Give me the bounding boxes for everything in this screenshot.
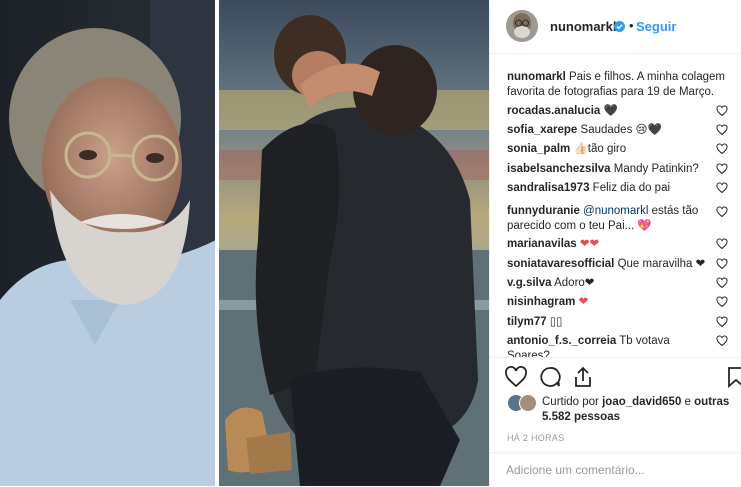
list-item: marianavilas ❤❤ [507, 237, 713, 252]
post-actions: Curtido por joao_david650 e outras 5.582… [490, 357, 741, 486]
list-item: antonio_f.s._correia Tb votava Soares? [507, 334, 713, 357]
caption-username[interactable]: nunomarkl [507, 71, 566, 83]
post-timestamp[interactable]: HÁ 2 HORAS [507, 433, 565, 443]
post-photo[interactable] [0, 0, 489, 486]
post-username[interactable]: nunomarkl [550, 19, 616, 34]
comment-text: Adoro❤ [551, 277, 595, 289]
comment-bubble-icon[interactable] [538, 365, 562, 389]
list-item: soniatavaresofficial Que maravilha ❤ [507, 257, 713, 272]
comment-username[interactable]: sofia_xarepe [507, 124, 577, 136]
post-side-panel: nunomarkl • Seguir nunomarkl Pais e filh… [489, 0, 741, 486]
comment-username[interactable]: funnyduranie [507, 205, 580, 217]
add-comment-input[interactable] [506, 461, 726, 479]
comment-username[interactable]: v.g.silva [507, 277, 552, 289]
bookmark-icon[interactable] [724, 365, 741, 389]
comment-like-heart-icon[interactable] [716, 182, 728, 194]
verified-badge-icon [614, 21, 625, 32]
list-item: nisinhagram ❤ [507, 295, 713, 310]
photo-collage-image [0, 0, 489, 486]
comment-username[interactable]: sandralisa1973 [507, 182, 589, 194]
likes-username[interactable]: joao_david650 [602, 396, 681, 408]
likes-prefix: Curtido por [542, 396, 603, 408]
list-item: sandralisa1973 Feliz dia do pai [507, 181, 713, 196]
list-item: sofia_xarepe Saudades 😢🖤 [507, 123, 713, 138]
share-icon[interactable] [571, 365, 595, 389]
comment-like-heart-icon[interactable] [716, 143, 728, 155]
comment-like-heart-icon[interactable] [716, 335, 728, 347]
follow-button[interactable]: Seguir [636, 19, 676, 34]
separator-dot: • [629, 18, 634, 33]
comment-username[interactable]: sonia_palm [507, 143, 570, 155]
list-item: isabelsanchezsilva Mandy Patinkin? [507, 162, 713, 177]
list-item: sonia_palm 👍🏻tão giro [507, 142, 713, 157]
post-caption: nunomarkl Pais e filhos. A minha colagem… [507, 70, 729, 100]
comment-text: Feliz dia do pai [589, 182, 671, 194]
list-item: rocadas.analucia 🖤 [507, 104, 713, 119]
comment-text: ▯▯ [546, 316, 563, 328]
comment-username[interactable]: rocadas.analucia [507, 105, 600, 117]
comment-text: 👍🏻tão giro [570, 143, 627, 155]
comment-text: Mandy Patinkin? [610, 163, 699, 175]
comment-username[interactable]: marianavilas [507, 238, 577, 250]
comment-mention[interactable]: @nunomarkl [580, 205, 648, 217]
comment-username[interactable]: antonio_f.s._correia [507, 335, 616, 347]
comment-like-heart-icon[interactable] [716, 163, 728, 175]
add-comment-bar [490, 452, 741, 487]
heart-outline-icon[interactable] [504, 365, 528, 389]
comment-text: Saudades 😢🖤 [577, 124, 662, 136]
comment-like-heart-icon[interactable] [716, 124, 728, 136]
avatar[interactable] [506, 10, 538, 42]
avatar-image [506, 10, 538, 42]
comment-username[interactable]: isabelsanchezsilva [507, 163, 611, 175]
likes-middle: e [681, 396, 695, 408]
comment-like-heart-icon[interactable] [716, 206, 728, 218]
comment-text: 🖤 [600, 105, 618, 117]
comment-text: ❤ [575, 296, 589, 308]
comment-like-heart-icon[interactable] [716, 316, 728, 328]
liker-avatars[interactable] [507, 394, 537, 414]
post-header: nunomarkl • Seguir [490, 0, 741, 54]
comment-text: Que maravilha ❤ [614, 258, 706, 270]
list-item: v.g.silva Adoro❤ [507, 276, 713, 291]
comment-like-heart-icon[interactable] [716, 105, 728, 117]
comment-username[interactable]: nisinhagram [507, 296, 575, 308]
list-item: tilym77 ▯▯ [507, 315, 713, 330]
comment-like-heart-icon[interactable] [716, 296, 728, 308]
comments-list[interactable]: nunomarkl Pais e filhos. A minha colagem… [490, 54, 741, 357]
likes-summary: Curtido por joao_david650 e outras 5.582… [542, 395, 732, 425]
comment-like-heart-icon[interactable] [716, 277, 728, 289]
comment-username[interactable]: tilym77 [507, 316, 547, 328]
comment-like-heart-icon[interactable] [716, 238, 728, 250]
comment-text: ❤❤ [576, 238, 600, 250]
comment-like-heart-icon[interactable] [716, 258, 728, 270]
liker-avatar [519, 394, 537, 412]
comment-username[interactable]: soniatavaresofficial [507, 258, 614, 270]
list-item: funnyduranie @nunomarkl estás tão pareci… [507, 204, 713, 234]
